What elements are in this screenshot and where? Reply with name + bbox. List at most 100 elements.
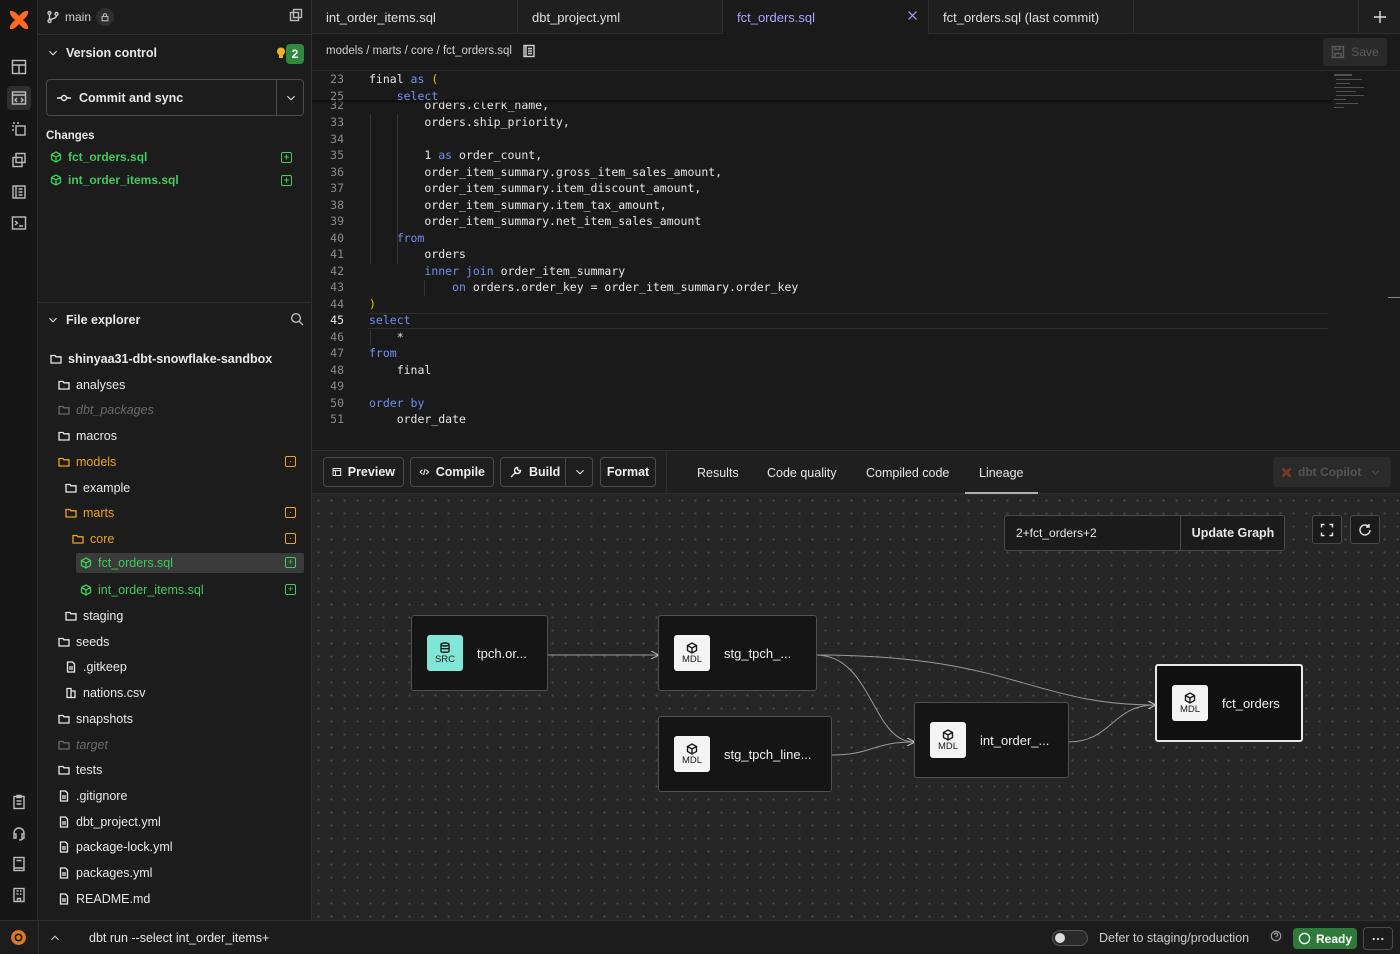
folder-item[interactable]: core · xyxy=(72,529,304,549)
file-item[interactable]: packages.yml xyxy=(58,863,304,883)
code-line[interactable]: orders.ship_priority, xyxy=(369,115,569,129)
code-line[interactable]: order_item_summary.item_tax_amount, xyxy=(369,198,666,212)
file-item[interactable]: int_order_items.sql + xyxy=(80,580,304,600)
branch-indicator[interactable]: main xyxy=(46,8,115,26)
file-outline-icon[interactable] xyxy=(522,44,536,58)
code-line[interactable]: 1 as order_count, xyxy=(369,148,542,162)
copy-branch-icon[interactable] xyxy=(289,8,303,25)
folder-item[interactable]: marts · xyxy=(65,503,304,523)
commit-and-sync-button[interactable]: Commit and sync xyxy=(47,80,276,115)
folder-item[interactable]: shinyaa31-dbt-snowflake-sandbox xyxy=(50,349,304,369)
node-label: fct_orders xyxy=(1222,695,1280,711)
file-item[interactable]: nations.csv xyxy=(65,683,304,703)
file-explorer-header[interactable]: File explorer xyxy=(48,313,140,327)
dbt-logo-icon[interactable] xyxy=(5,6,33,34)
folder-item[interactable]: tests xyxy=(58,760,304,780)
code-line[interactable]: * xyxy=(369,330,404,344)
chevron-up-icon[interactable] xyxy=(50,931,60,946)
version-control-header[interactable]: Version control xyxy=(48,46,157,60)
tree-item-name: README.md xyxy=(76,891,151,906)
preview-button[interactable]: Preview xyxy=(323,457,404,487)
tab-code-quality[interactable]: Code quality xyxy=(767,466,837,480)
defer-toggle[interactable] xyxy=(1052,930,1088,946)
tab-results[interactable]: Results xyxy=(697,466,739,480)
file-item[interactable]: .gitkeep xyxy=(65,657,304,677)
lineage-node-fct-orders[interactable]: MDL fct_orders xyxy=(1155,664,1303,742)
file-item[interactable]: .gitignore xyxy=(58,786,304,806)
terminal-icon[interactable] xyxy=(7,211,31,235)
tab-fct-orders[interactable]: fct_orders.sql xyxy=(723,0,929,34)
code-line[interactable]: orders xyxy=(369,247,466,261)
lineage-canvas[interactable]: 2+fct_orders+2 Update Graph SRC tpch.or.… xyxy=(312,494,1400,920)
file-item[interactable]: package-lock.yml xyxy=(58,837,304,857)
folder-item[interactable]: seeds xyxy=(58,632,304,652)
scrollbar-thumb[interactable] xyxy=(1388,297,1400,298)
build-options-dropdown[interactable] xyxy=(566,458,593,486)
file-item[interactable]: README.md xyxy=(58,889,304,909)
folder-item[interactable]: staging xyxy=(65,606,304,626)
lineage-node-stg-lineitem[interactable]: MDL stg_tpch_line... xyxy=(658,716,832,792)
code-line[interactable]: order_item_summary.gross_item_sales_amou… xyxy=(369,165,722,179)
layout-icon[interactable] xyxy=(7,55,31,79)
folder-item[interactable]: analyses xyxy=(58,375,304,395)
save-button[interactable]: Save xyxy=(1323,38,1387,66)
tab-fct-orders-last-commit[interactable]: fct_orders.sql (last commit) xyxy=(929,0,1134,34)
more-options-button[interactable] xyxy=(1363,927,1393,950)
changed-file-item[interactable]: fct_orders.sql + xyxy=(50,150,300,164)
compile-button[interactable]: Compile xyxy=(410,457,494,487)
lineage-node-int-order-items[interactable]: MDL int_order_... xyxy=(914,702,1069,778)
folder-item[interactable]: target xyxy=(58,735,304,755)
tab-compiled-code[interactable]: Compiled code xyxy=(866,466,949,480)
code-line[interactable]: order by xyxy=(369,396,424,410)
commit-options-dropdown[interactable] xyxy=(277,80,304,115)
building-icon[interactable] xyxy=(7,883,31,907)
folder-icon xyxy=(58,739,70,751)
copy-icon[interactable] xyxy=(7,148,31,172)
new-tab-button[interactable] xyxy=(1358,0,1400,34)
folder-item[interactable]: dbt_packages xyxy=(58,400,304,420)
folder-item[interactable]: example xyxy=(65,478,304,498)
code-editor-icon[interactable] xyxy=(7,86,31,110)
code-line[interactable]: inner join order_item_summary xyxy=(369,264,625,278)
copilot-button[interactable]: dbt Copilot xyxy=(1273,457,1391,487)
folder-item[interactable]: macros xyxy=(58,426,304,446)
minimap[interactable] xyxy=(1330,72,1370,127)
code-editor[interactable]: 23 final as (25 select 32 orders.clerk_nam… xyxy=(312,70,1332,440)
dashed-select-icon[interactable] xyxy=(7,117,31,141)
last-command[interactable]: dbt run --select int_order_items+ xyxy=(89,931,269,945)
file-item[interactable]: fct_orders.sql + xyxy=(76,552,304,573)
code-line[interactable]: final xyxy=(369,363,432,377)
defer-label: Defer to staging/production xyxy=(1099,931,1250,945)
tab-lineage[interactable]: Lineage xyxy=(979,466,1024,480)
format-button[interactable]: Format xyxy=(600,457,656,487)
version-control-title: Version control xyxy=(66,46,157,60)
folder-icon xyxy=(72,533,84,545)
help-icon[interactable] xyxy=(1270,930,1282,945)
code-line[interactable]: order_item_summary.net_item_sales_amount xyxy=(369,214,701,228)
headset-icon[interactable] xyxy=(7,821,31,845)
search-icon[interactable] xyxy=(290,312,304,329)
code-line[interactable]: from xyxy=(369,346,397,360)
folder-item[interactable]: models · xyxy=(58,452,304,472)
added-badge-icon: + xyxy=(281,151,292,163)
file-item[interactable]: dbt_project.yml xyxy=(58,812,304,832)
lineage-node-stg-orders[interactable]: MDL stg_tpch_... xyxy=(658,615,817,691)
code-line[interactable]: order_item_summary.item_discount_amount, xyxy=(369,181,701,195)
node-label: tpch.or... xyxy=(477,645,527,661)
tab-int-order-items[interactable]: int_order_items.sql xyxy=(312,0,518,34)
notebook-icon[interactable] xyxy=(7,180,31,204)
code-line[interactable]: ) xyxy=(369,297,376,311)
code-line[interactable]: final as ( xyxy=(369,72,438,86)
code-line[interactable]: on orders.order_key = order_item_summary… xyxy=(369,280,798,294)
clipboard-icon[interactable] xyxy=(7,790,31,814)
build-button[interactable]: Build xyxy=(501,458,568,486)
folder-item[interactable]: snapshots xyxy=(58,709,304,729)
code-line[interactable]: order_date xyxy=(369,412,466,426)
editor-area: int_order_items.sql dbt_project.yml fct_… xyxy=(312,0,1400,450)
settings-icon[interactable] xyxy=(10,929,27,949)
lineage-node-source[interactable]: SRC tpch.or... xyxy=(411,615,548,691)
close-tab-icon[interactable] xyxy=(907,9,918,24)
book-icon[interactable] xyxy=(7,852,31,876)
tab-dbt-project[interactable]: dbt_project.yml xyxy=(518,0,723,34)
changed-file-item[interactable]: int_order_items.sql + xyxy=(50,173,300,187)
